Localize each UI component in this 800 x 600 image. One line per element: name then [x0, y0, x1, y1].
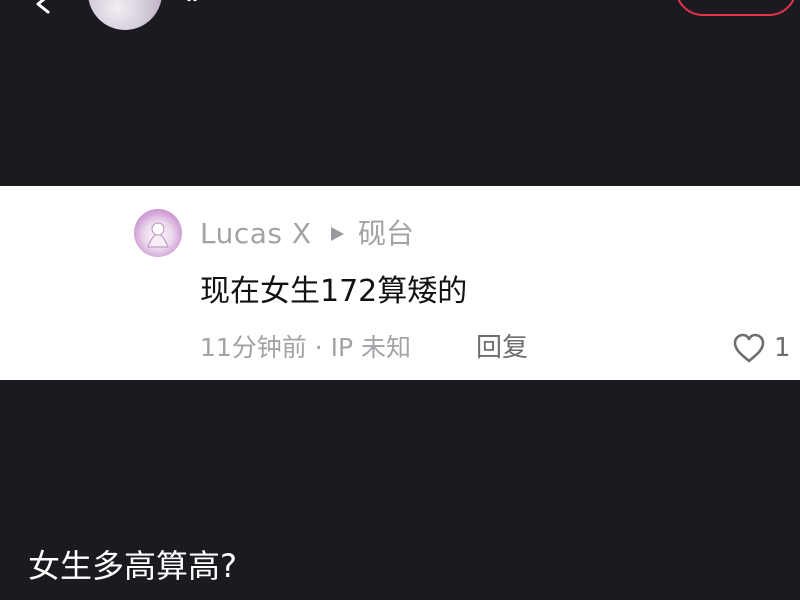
follow-button[interactable]	[675, 0, 797, 16]
comment-text: 现在女生172算矮的	[200, 274, 468, 309]
avatar[interactable]	[88, 0, 162, 30]
avatar-figure-icon	[147, 222, 169, 248]
comment-meta: 11分钟前 · IP 未知	[200, 333, 412, 362]
reply-target-name[interactable]: 砚台	[358, 216, 414, 252]
caption: 女生多高算高?	[28, 547, 237, 585]
comment-username[interactable]: Lucas X	[200, 216, 312, 252]
comment-avatar[interactable]	[134, 209, 182, 257]
screen: Lucas X 砚台 现在女生172算矮的 11分钟前 · IP 未知 回复 1…	[0, 0, 800, 600]
more-indicator-icon	[187, 0, 197, 2]
like-count: 1	[774, 333, 791, 363]
reply-button[interactable]: 回复	[476, 331, 528, 365]
chevron-left-icon[interactable]	[30, 0, 54, 18]
comment-card: Lucas X 砚台 现在女生172算矮的 11分钟前 · IP 未知 回复 1	[0, 186, 800, 380]
heart-outline-icon[interactable]	[732, 332, 766, 364]
play-triangle-icon	[331, 227, 344, 241]
